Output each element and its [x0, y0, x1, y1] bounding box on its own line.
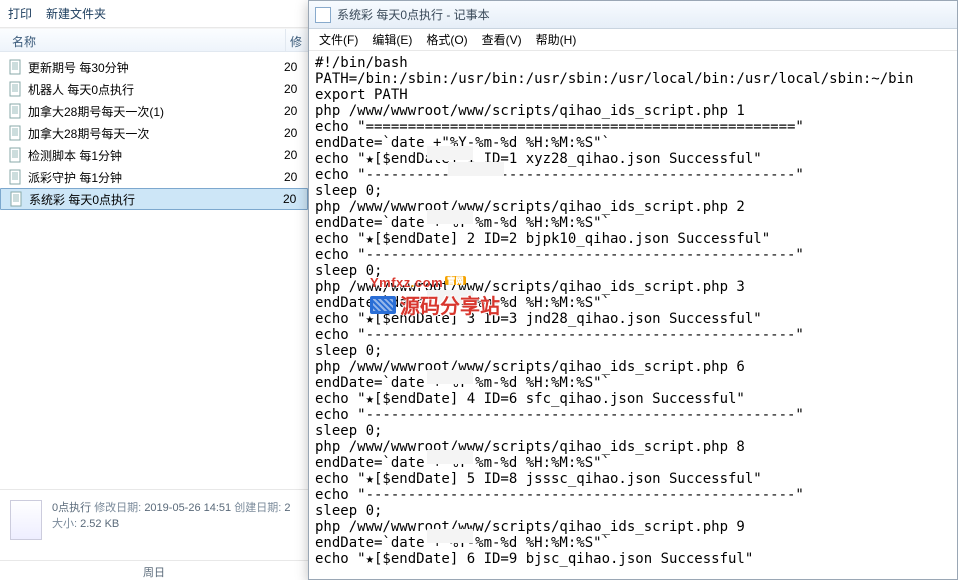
file-mod: 20 — [284, 82, 304, 96]
file-row[interactable]: 系统彩 每天0点执行20 — [0, 188, 308, 210]
text-file-icon — [9, 191, 25, 207]
file-mod: 20 — [284, 60, 304, 74]
file-explorer-pane: 名称 修 更新期号 每30分钟20机器人 每天0点执行20加拿大28期号每天一次… — [0, 28, 308, 580]
menu-format[interactable]: 格式(O) — [426, 31, 467, 48]
file-thumbnail — [10, 500, 42, 540]
text-file-icon — [8, 125, 24, 141]
column-modified[interactable]: 修 — [286, 29, 308, 51]
explorer-status: 周日 — [0, 560, 308, 580]
details-size-value: 2.52 KB — [80, 518, 119, 530]
file-row[interactable]: 派彩守护 每1分钟20 — [0, 166, 308, 188]
file-mod: 20 — [284, 170, 304, 184]
file-name: 加拿大28期号每天一次 — [28, 125, 284, 142]
file-mod: 20 — [283, 192, 303, 206]
censor-block — [476, 162, 504, 176]
details-create-label: 创建日期: — [234, 502, 281, 514]
file-row[interactable]: 检测脚本 每1分钟20 — [0, 144, 308, 166]
notepad-window: 系统彩 每天0点执行 - 记事本 文件(F) 编辑(E) 格式(O) 查看(V)… — [308, 0, 958, 580]
details-size-label: 大小: — [52, 518, 77, 530]
notepad-menubar: 文件(F) 编辑(E) 格式(O) 查看(V) 帮助(H) — [309, 29, 957, 51]
details-mod-value: 2019-05-26 14:51 — [144, 502, 231, 514]
file-name: 加拿大28期号每天一次(1) — [28, 103, 284, 120]
file-name: 派彩守护 每1分钟 — [28, 169, 284, 186]
column-name[interactable]: 名称 — [0, 29, 286, 51]
file-mod: 20 — [284, 126, 304, 140]
toolbar-print[interactable]: 打印 — [8, 5, 32, 22]
file-name: 更新期号 每30分钟 — [28, 59, 284, 76]
details-title: 0点执行 — [52, 502, 91, 514]
notepad-text-area[interactable]: #!/bin/bash PATH=/bin:/sbin:/usr/bin:/us… — [309, 51, 957, 579]
text-file-icon — [8, 81, 24, 97]
details-mod-label: 修改日期: — [94, 502, 141, 514]
file-row[interactable]: 加拿大28期号每天一次(1)20 — [0, 100, 308, 122]
toolbar-newfolder[interactable]: 新建文件夹 — [46, 5, 106, 22]
censor-block — [427, 290, 473, 304]
notepad-title: 系统彩 每天0点执行 - 记事本 — [337, 6, 490, 23]
file-name: 机器人 每天0点执行 — [28, 81, 284, 98]
column-header-row: 名称 修 — [0, 28, 308, 52]
censor-block — [427, 529, 473, 543]
notepad-titlebar[interactable]: 系统彩 每天0点执行 - 记事本 — [309, 1, 957, 29]
file-name: 系统彩 每天0点执行 — [29, 191, 283, 208]
censor-block — [427, 370, 473, 384]
notepad-app-icon — [315, 7, 331, 23]
menu-edit[interactable]: 编辑(E) — [372, 31, 412, 48]
details-create-value: 2 — [284, 502, 290, 514]
file-name: 检测脚本 每1分钟 — [28, 147, 284, 164]
file-row[interactable]: 更新期号 每30分钟20 — [0, 56, 308, 78]
file-row[interactable]: 机器人 每天0点执行20 — [0, 78, 308, 100]
file-mod: 20 — [284, 148, 304, 162]
menu-view[interactable]: 查看(V) — [482, 31, 522, 48]
menu-help[interactable]: 帮助(H) — [536, 31, 577, 48]
text-file-icon — [8, 59, 24, 75]
text-file-icon — [8, 103, 24, 119]
censor-block — [427, 146, 473, 160]
menu-file[interactable]: 文件(F) — [319, 31, 358, 48]
text-file-icon — [8, 147, 24, 163]
text-file-icon — [8, 169, 24, 185]
file-row[interactable]: 加拿大28期号每天一次20 — [0, 122, 308, 144]
censor-block — [427, 210, 473, 224]
file-list: 更新期号 每30分钟20机器人 每天0点执行20加拿大28期号每天一次(1)20… — [0, 52, 308, 214]
file-mod: 20 — [284, 104, 304, 118]
censor-block — [427, 450, 473, 464]
censor-block — [448, 162, 478, 176]
file-details-pane: 0点执行 修改日期: 2019-05-26 14:51 创建日期: 2 大小: … — [0, 489, 308, 540]
